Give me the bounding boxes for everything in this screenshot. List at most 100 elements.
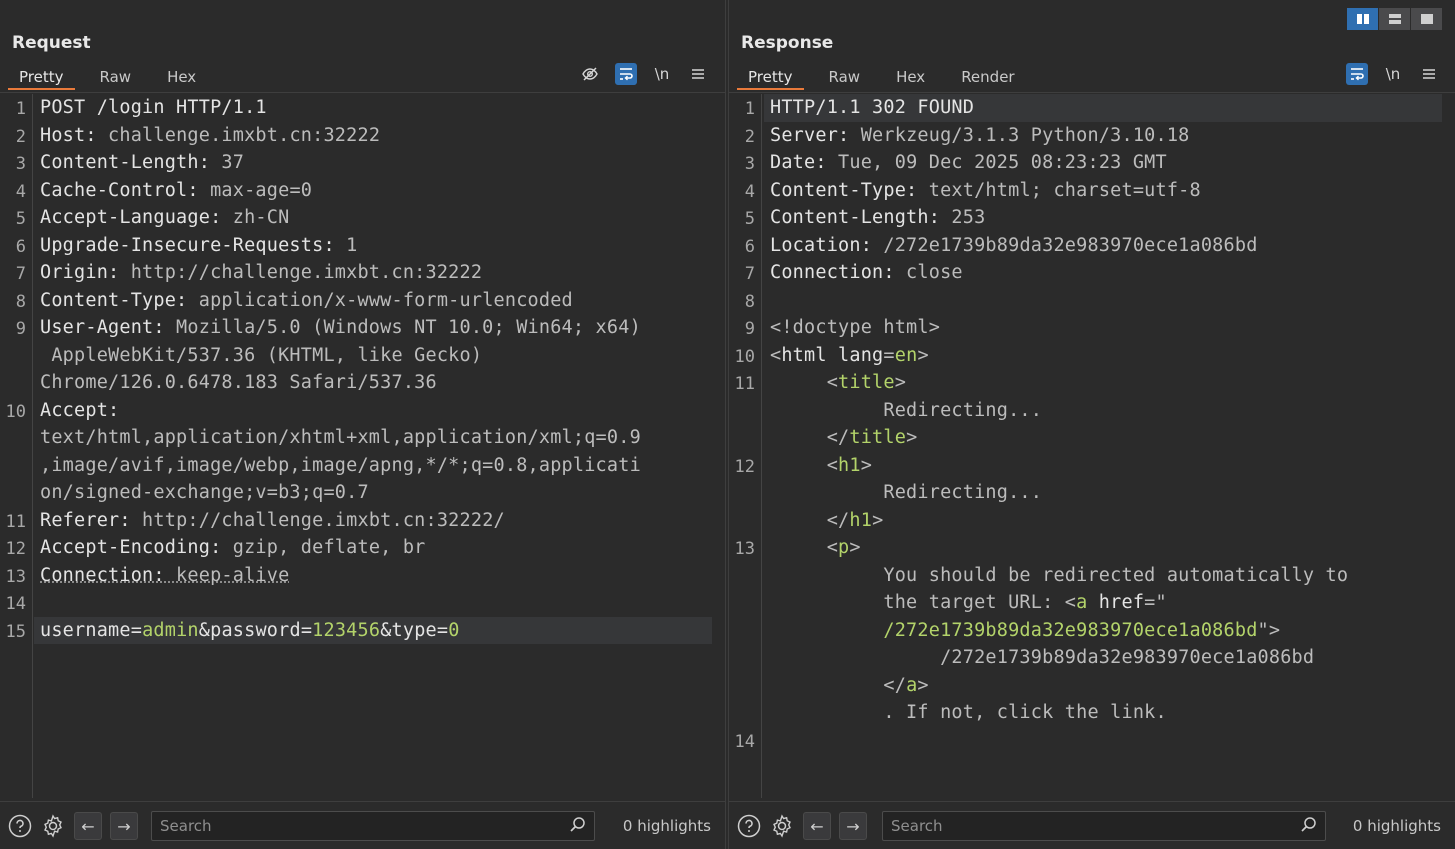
code-line[interactable]: on/signed-exchange;v=b3;q=0.7 <box>0 479 725 507</box>
code-line[interactable]: 14 <box>0 589 725 617</box>
code-line[interactable]: 5 Content-Length: 253 <box>729 204 1455 232</box>
code-line[interactable]: 6 Upgrade-Insecure-Requests: 1 <box>0 232 725 260</box>
code-line[interactable]: </h1> <box>729 507 1455 535</box>
wrap-icon[interactable] <box>1346 63 1368 85</box>
split-horizontal-icon[interactable] <box>1379 8 1410 30</box>
gear-icon[interactable] <box>39 812 67 840</box>
code-line[interactable]: Redirecting... <box>729 397 1455 425</box>
search-icon[interactable] <box>1300 816 1317 838</box>
response-editor[interactable]: 1 HTTP/1.1 302 FOUND 2 Server: Werkzeug/3.1… <box>729 94 1455 798</box>
code-line[interactable]: 13 Connection: keep-alive <box>0 562 725 590</box>
code-token: text/html,application/xhtml+xml,applicat… <box>40 427 641 448</box>
code-line[interactable]: text/html,application/xhtml+xml,applicat… <box>0 424 725 452</box>
tab-render[interactable]: Render <box>950 66 1025 90</box>
code-text: POST /login HTTP/1.1 <box>40 94 267 122</box>
code-line[interactable]: 1 HTTP/1.1 302 FOUND <box>729 94 1455 122</box>
help-icon[interactable] <box>735 812 763 840</box>
code-token: & <box>198 619 211 641</box>
code-line[interactable]: 7 Connection: close <box>729 259 1455 287</box>
line-number: 14 <box>734 731 755 752</box>
tab-hex[interactable]: Hex <box>156 66 207 90</box>
code-token: . If not, click the link. <box>770 702 1167 723</box>
gear-icon[interactable] <box>768 812 796 840</box>
code-line[interactable]: 8 <box>729 287 1455 315</box>
code-line[interactable]: 7 Origin: http://challenge.imxbt.cn:32222 <box>0 259 725 287</box>
tab-raw[interactable]: Raw <box>818 66 872 90</box>
code-token: Werkzeug/3.1.3 Python/3.10.18 <box>849 124 1190 146</box>
code-token: the target URL: < <box>770 592 1077 613</box>
code-line[interactable]: 12 <h1> <box>729 452 1455 480</box>
forward-arrow-icon[interactable]: → <box>839 812 867 840</box>
search-input[interactable] <box>883 812 1325 840</box>
code-line[interactable]: 11 <title> <box>729 369 1455 397</box>
code-token: 37 <box>210 152 245 173</box>
code-line[interactable]: ,image/avif,image/webp,image/apng,*/*;q=… <box>0 452 725 480</box>
help-icon[interactable] <box>6 812 34 840</box>
code-line[interactable]: 1 POST /login HTTP/1.1 <box>0 94 725 122</box>
code-line[interactable]: Chrome/126.0.6478.183 Safari/537.36 <box>0 369 725 397</box>
code-line[interactable]: 5 Accept-Language: zh-CN <box>0 204 725 232</box>
line-number: 1 <box>15 99 26 119</box>
request-title: Request <box>12 33 91 53</box>
tab-hex[interactable]: Hex <box>885 66 936 90</box>
menu-icon[interactable] <box>1418 63 1440 85</box>
code-token: You should be redirected automatically t… <box>770 564 1349 586</box>
request-editor[interactable]: 1 POST /login HTTP/1.1 2 Host: challenge.im… <box>0 94 725 798</box>
code-line[interactable]: 9 User-Agent: Mozilla/5.0 (Windows NT 10.… <box>0 314 725 342</box>
code-token: keep-alive <box>164 564 290 586</box>
forward-arrow-icon[interactable]: → <box>110 812 138 840</box>
code-token: > <box>860 454 873 476</box>
code-line[interactable]: Redirecting... <box>729 479 1455 507</box>
search-input[interactable] <box>152 812 594 840</box>
highlight-count: 0 highlights <box>1352 817 1441 835</box>
code-line[interactable]: 15 username=admin&password=123456&type=0 <box>0 616 725 644</box>
eye-slash-icon[interactable] <box>579 63 601 85</box>
code-line[interactable]: 6 Location: /272e1739b89da32e983970ece1a0… <box>729 232 1455 260</box>
code-token: title <box>838 372 895 393</box>
back-arrow-icon[interactable]: ← <box>803 812 831 840</box>
code-token: max-age=0 <box>198 179 313 201</box>
code-line[interactable]: </title> <box>729 424 1455 452</box>
code-line[interactable]: 3 Content-Length: 37 <box>0 149 725 177</box>
code-line[interactable]: 12 Accept-Encoding: gzip, deflate, br <box>0 534 725 562</box>
search-field[interactable] <box>882 811 1326 841</box>
newline-toggle[interactable]: \n <box>651 63 673 85</box>
tab-pretty[interactable]: Pretty <box>737 66 804 90</box>
search-field[interactable] <box>151 811 595 841</box>
code-line[interactable]: 10 <html lang=en> <box>729 342 1455 370</box>
code-line[interactable]: AppleWebKit/537.36 (KHTML, like Gecko) <box>0 342 725 370</box>
code-token: http://challenge.imxbt.cn:32222 <box>119 262 483 283</box>
code-line[interactable]: the target URL: <a href=" <box>729 589 1455 617</box>
code-line[interactable]: 13 <p> <box>729 534 1455 562</box>
code-line[interactable]: You should be redirected automatically t… <box>729 562 1455 590</box>
back-arrow-icon[interactable]: ← <box>74 812 102 840</box>
newline-toggle[interactable]: \n <box>1382 63 1404 85</box>
code-line[interactable]: 3 Date: Tue, 09 Dec 2025 08:23:23 GMT <box>729 149 1455 177</box>
code-text: the target URL: <a href=" <box>770 589 1167 617</box>
code-line[interactable]: 14 <box>729 727 1455 755</box>
code-token: lang <box>826 344 884 366</box>
code-line[interactable]: 4 Content-Type: text/html; charset=utf-8 <box>729 177 1455 205</box>
code-line[interactable]: 10 Accept: <box>0 397 725 425</box>
search-icon[interactable] <box>569 816 586 838</box>
menu-icon[interactable] <box>687 63 709 85</box>
code-line[interactable]: 8 Content-Type: application/x-www-form-ur… <box>0 287 725 315</box>
code-line[interactable]: 2 Server: Werkzeug/3.1.3 Python/3.10.18 <box>729 122 1455 150</box>
code-line[interactable]: </a> <box>729 672 1455 700</box>
tab-raw[interactable]: Raw <box>89 66 143 90</box>
code-text: /272e1739b89da32e983970ece1a086bd"> <box>770 617 1280 645</box>
split-vertical-icon[interactable] <box>1347 8 1378 30</box>
code-token: zh-CN <box>221 207 290 228</box>
tab-pretty[interactable]: Pretty <box>8 66 75 90</box>
wrap-icon[interactable] <box>615 63 637 85</box>
code-line[interactable]: /272e1739b89da32e983970ece1a086bd <box>729 644 1455 672</box>
code-line[interactable]: 2 Host: challenge.imxbt.cn:32222 <box>0 122 725 150</box>
code-line[interactable]: 11 Referer: http://challenge.imxbt.cn:322… <box>0 507 725 535</box>
code-token: h1 <box>849 509 873 531</box>
code-line[interactable]: 9 <!doctype html> <box>729 314 1455 342</box>
code-token: Connection: <box>770 262 895 283</box>
single-pane-icon[interactable] <box>1411 8 1442 30</box>
code-line[interactable]: . If not, click the link. <box>729 699 1455 727</box>
code-line[interactable]: /272e1739b89da32e983970ece1a086bd"> <box>729 617 1455 645</box>
code-line[interactable]: 4 Cache-Control: max-age=0 <box>0 177 725 205</box>
